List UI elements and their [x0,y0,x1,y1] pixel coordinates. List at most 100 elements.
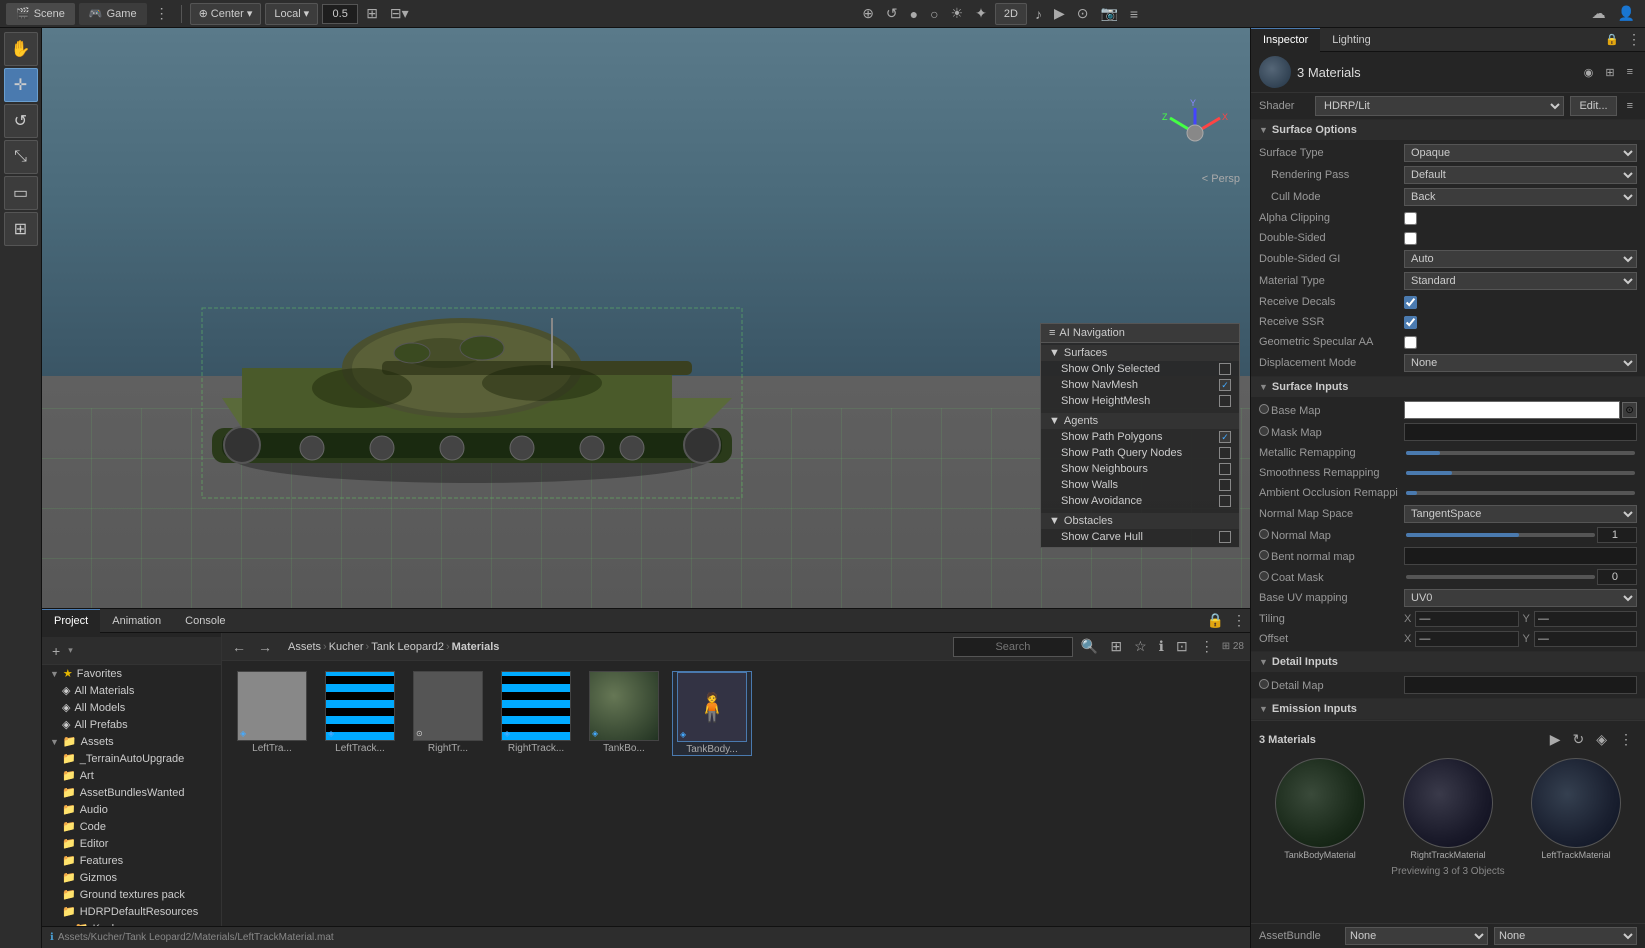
local-button[interactable]: Local ▾ [265,3,318,25]
art-item[interactable]: 📁 Art [54,767,221,784]
all-materials-item[interactable]: ◈ All Materials [54,682,221,699]
show-walls-check[interactable] [1219,479,1231,491]
audio-icon[interactable]: ♪ [1031,4,1046,24]
ground-textures-item[interactable]: 📁 Ground textures pack [54,886,221,903]
asset-bundles-item[interactable]: 📁 AssetBundlesWanted [54,784,221,801]
detail-inputs-header[interactable]: ▼ Detail Inputs [1251,652,1645,672]
surface-options-header[interactable]: ▼ Surface Options [1251,120,1645,140]
inspector-icon2[interactable]: ⊞ [1601,64,1618,81]
back-button[interactable]: ← [228,637,250,657]
tab-more-icon[interactable]: ⋮ [1228,610,1250,631]
all-prefabs-item[interactable]: ◈ All Prefabs [54,716,221,733]
audio-item[interactable]: 📁 Audio [54,801,221,818]
show-walls[interactable]: Show Walls [1041,477,1239,493]
tab-lock-icon[interactable]: 🔒 [1203,610,1228,631]
anim-icon[interactable]: ▶ [1050,3,1069,24]
normal-map-number[interactable] [1597,527,1637,543]
move-tool[interactable]: ✛ [4,68,38,102]
play-icon[interactable]: ▶ [1546,729,1565,750]
offset-y[interactable] [1534,631,1637,647]
show-navmesh[interactable]: Show NavMesh ✓ [1041,377,1239,393]
cloud-icon[interactable]: ☁ [1588,3,1610,24]
move-icon[interactable]: ⊕ [858,3,878,24]
snap-grid-icon[interactable]: ⊞ [362,3,382,24]
show-heightmesh[interactable]: Show HeightMesh [1041,393,1239,409]
all-models-item[interactable]: ◈ All Models [54,699,221,716]
alpha-clipping-check[interactable] [1404,212,1417,225]
gizmos-item[interactable]: 📁 Gizmos [54,869,221,886]
base-map-pick[interactable]: ⊙ [1622,402,1637,418]
sun-icon[interactable]: ☀ [947,3,968,24]
normal-map-space-select[interactable]: TangentSpace [1404,505,1637,523]
show-avoidance[interactable]: Show Avoidance [1041,493,1239,509]
sphere-icon[interactable]: ● [906,4,922,24]
center-button[interactable]: ⊕ Center ▾ [190,3,262,25]
cull-mode-select[interactable]: Back [1404,188,1637,206]
lock-icon[interactable]: 🔒 [1601,31,1623,48]
game-tab[interactable]: 🎮 Game [79,3,147,25]
layers-icon[interactable]: ≡ [1126,4,1142,24]
2d-button[interactable]: 2D [995,3,1027,25]
surface-inputs-header[interactable]: ▼ Surface Inputs [1251,377,1645,397]
info-icon[interactable]: ℹ [1155,636,1168,657]
grid-icon[interactable]: ⊡ [1172,636,1192,657]
detail-map-slot[interactable] [1404,676,1637,694]
inspector-more-icon[interactable]: ⋮ [1623,29,1645,50]
shader-select[interactable]: HDRP/Lit [1315,96,1564,116]
tiling-y[interactable] [1534,611,1637,627]
mat-preview-tankbody[interactable]: TankBodyMaterial [1259,758,1381,860]
preview-icon[interactable]: ◈ [1592,729,1611,750]
code-item[interactable]: 📁 Code [54,818,221,835]
show-path-query-nodes-check[interactable] [1219,447,1231,459]
edit-shader-button[interactable]: Edit... [1570,96,1616,116]
scene-view[interactable]: X Z Y < Persp ≡ AI Navigation ▼ Surfaces [42,28,1250,608]
gizmo-icon[interactable]: ⊙ [1073,3,1093,24]
project-tab[interactable]: Project [42,609,100,633]
animation-tab[interactable]: Animation [100,609,173,633]
fx-icon[interactable]: ✦ [971,3,991,24]
file-item-lefttrack[interactable]: ◈ LeftTrack... [320,671,400,756]
double-sided-check[interactable] [1404,232,1417,245]
lighting-tab[interactable]: Lighting [1320,28,1383,52]
offset-x[interactable] [1415,631,1518,647]
rotate-icon[interactable]: ↺ [882,3,902,24]
file-item-tankbodyfig[interactable]: 🧍 ◈ TankBody... [672,671,752,756]
console-tab[interactable]: Console [173,609,237,633]
mat-preview-righttrack[interactable]: RightTrackMaterial [1387,758,1509,860]
camera-icon[interactable]: 📷 [1096,3,1121,24]
uv-mapping-select[interactable]: UV0 [1404,589,1637,607]
more-icon[interactable]: ⋮ [1196,636,1218,657]
search-icon[interactable]: 🔍 [1077,636,1102,657]
inspector-icon3[interactable]: ≡ [1623,64,1637,80]
file-item-lefttramaterial[interactable]: ◈ LeftTra... [232,671,312,756]
show-carve-hull[interactable]: Show Carve Hull [1041,529,1239,545]
hdrp-item[interactable]: 📁 HDRPDefaultResources [54,903,221,920]
search-input[interactable] [953,637,1073,657]
show-carve-hull-check[interactable] [1219,531,1231,543]
scale-tool[interactable]: ⤡ [4,140,38,174]
surface-type-select[interactable]: Opaque [1404,144,1637,162]
show-only-selected[interactable]: Show Only Selected [1041,361,1239,377]
agents-header[interactable]: ▼ Agents [1041,413,1239,429]
double-sided-gi-select[interactable]: Auto [1404,250,1637,268]
show-path-query-nodes[interactable]: Show Path Query Nodes [1041,445,1239,461]
base-map-swatch[interactable] [1404,401,1620,419]
mat-preview-lefttrack[interactable]: LeftTrackMaterial [1515,758,1637,860]
editor-item[interactable]: 📁 Editor [54,835,221,852]
show-neighbours-check[interactable] [1219,463,1231,475]
show-path-polygons[interactable]: Show Path Polygons ✓ [1041,429,1239,445]
hand-tool[interactable]: ✋ [4,32,38,66]
view-options-icon[interactable]: ⊞ [1106,636,1126,657]
show-avoidance-check[interactable] [1219,495,1231,507]
obstacles-header[interactable]: ▼ Obstacles [1041,513,1239,529]
file-item-righttrack[interactable]: ◈ RightTrack... [496,671,576,756]
add-button[interactable]: + [48,641,64,661]
material-type-select[interactable]: Standard [1404,272,1637,290]
forward-button[interactable]: → [254,637,276,657]
features-item[interactable]: 📁 Features [54,852,221,869]
show-heightmesh-check[interactable] [1219,395,1231,407]
scene-tab[interactable]: 🎬 Scene [6,3,75,25]
refresh-icon[interactable]: ↻ [1568,729,1588,750]
inspector-tab[interactable]: Inspector [1251,28,1320,52]
terrain-item[interactable]: 📁 _TerrainAutoUpgrade [54,750,221,767]
